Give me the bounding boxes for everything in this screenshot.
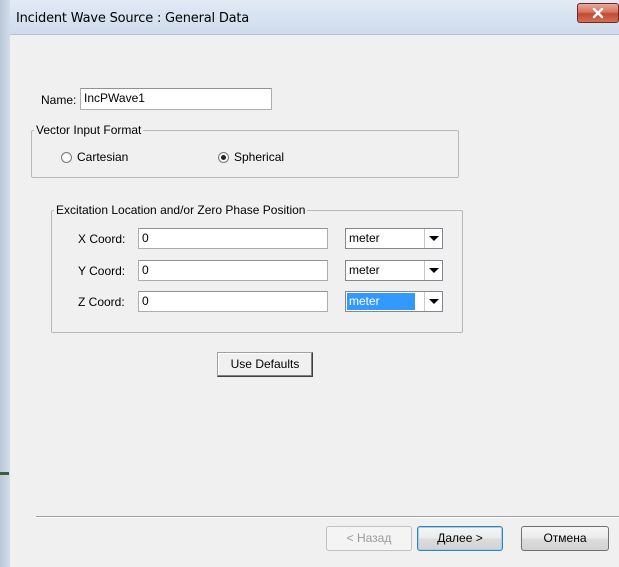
back-button[interactable]: < Назад (326, 526, 412, 551)
edge-marker (0, 472, 9, 475)
chevron-down-icon[interactable] (424, 229, 442, 248)
x-coord-unit-value: meter (349, 231, 380, 245)
vector-input-format-title: Vector Input Format (34, 123, 144, 137)
dialog-content: Name: IncPWave1 Vector Input Format Cart… (10, 35, 619, 567)
z-coord-unit-select[interactable]: meter (345, 291, 443, 312)
chevron-down-icon[interactable] (424, 292, 442, 311)
next-button[interactable]: Далее > (417, 526, 503, 551)
excitation-location-title: Excitation Location and/or Zero Phase Po… (54, 203, 308, 217)
y-coord-input[interactable]: 0 (138, 260, 328, 281)
z-coord-input[interactable]: 0 (138, 291, 328, 312)
close-icon (592, 7, 604, 19)
radio-label-cartesian: Cartesian (77, 150, 129, 164)
y-coord-unit-select[interactable]: meter (345, 260, 443, 281)
close-button[interactable] (577, 3, 619, 23)
use-defaults-button[interactable]: Use Defaults (217, 352, 313, 377)
radio-button-spherical[interactable] (218, 152, 229, 163)
title-bar[interactable]: Incident Wave Source : General Data (10, 0, 619, 35)
radio-selected-dot (221, 155, 226, 160)
footer-divider (36, 516, 619, 518)
cancel-button[interactable]: Отмена (521, 526, 609, 551)
chevron-down-icon[interactable] (424, 261, 442, 280)
z-coord-unit-value: meter (347, 293, 415, 310)
x-coord-input[interactable]: 0 (138, 228, 328, 249)
y-coord-unit-value: meter (349, 263, 380, 277)
name-label: Name: (41, 93, 77, 107)
x-coord-unit-select[interactable]: meter (345, 228, 443, 249)
x-coord-label: X Coord: (78, 232, 126, 246)
name-input[interactable]: IncPWave1 (80, 88, 272, 110)
dialog-window: Incident Wave Source : General Data Name… (0, 0, 619, 567)
radio-button-cartesian[interactable] (61, 152, 72, 163)
y-coord-label: Y Coord: (78, 264, 126, 278)
z-coord-label: Z Coord: (78, 295, 125, 309)
radio-label-spherical: Spherical (234, 150, 285, 164)
window-left-edge (0, 0, 10, 567)
window-title: Incident Wave Source : General Data (16, 11, 250, 26)
